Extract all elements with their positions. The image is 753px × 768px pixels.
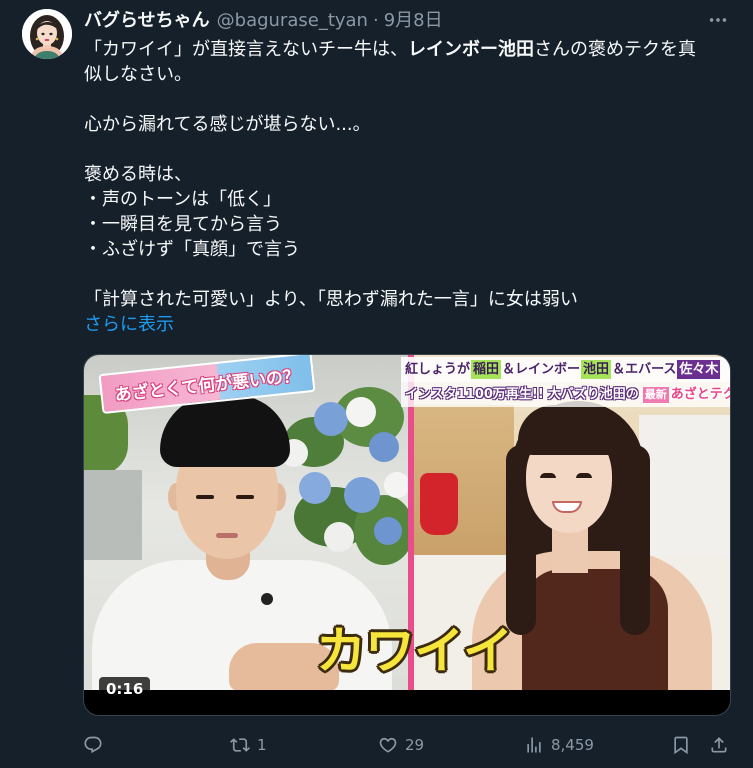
retweet-icon xyxy=(230,738,250,752)
video-duration-badge: 0:16 xyxy=(99,677,151,701)
text-line: ・一瞬目を見てから言う xyxy=(84,214,282,235)
show-more-link[interactable]: さらに表示 xyxy=(84,314,174,335)
caption-segment: 大バズり池田の xyxy=(547,387,639,402)
caption-highlight: 佐々木 xyxy=(677,360,721,379)
retweet-count: 1 xyxy=(257,736,267,754)
share-icon xyxy=(711,737,727,753)
man-eye xyxy=(196,495,214,499)
caption-line: 紅しょうが 稲田 ＆レインボー 池田 ＆エバース 佐々木 xyxy=(401,357,730,382)
text-line: 心から漏れてる感じが堪らない...。 xyxy=(84,114,371,135)
woman-bangs xyxy=(518,405,626,455)
caption-band: 紅しょうが 稲田 ＆レインボー 池田 ＆エバース 佐々木 インスタ1100万再生… xyxy=(401,357,730,407)
text-segment-bold: レインボー池田 xyxy=(408,39,534,60)
like-count: 29 xyxy=(405,736,425,754)
tweet-text: 「カワイイ」が直接言えないチー牛は、レインボー池田さんの褒めテクを真 似しなさい… xyxy=(84,37,744,337)
blue-flower xyxy=(299,472,331,504)
text-segment: さんの褒めテクを真 xyxy=(534,39,696,60)
like-button[interactable]: 29 xyxy=(378,735,424,755)
more-options-button[interactable] xyxy=(707,9,729,31)
caption-segment: ＆レインボー xyxy=(502,362,581,377)
avatar[interactable] xyxy=(22,9,72,59)
gray-box xyxy=(84,470,142,560)
blue-flower xyxy=(344,477,380,513)
caption-highlight: 池田 xyxy=(581,360,612,379)
text-line: ・声のトーンは「低く」 xyxy=(84,189,282,210)
blue-flower xyxy=(314,402,348,436)
woman-eye xyxy=(576,473,592,478)
more-horizontal-icon xyxy=(709,18,727,22)
man-mouth xyxy=(216,533,238,538)
reply-icon xyxy=(84,736,102,754)
views-icon xyxy=(527,737,541,753)
avatar-illustration-icon xyxy=(22,9,72,59)
flower-bouquet xyxy=(274,377,408,567)
text-line: 「計算された可愛い」より、「思わず漏れた一言」に女は弱い xyxy=(84,289,578,310)
man-eye xyxy=(236,495,254,499)
views-button[interactable]: 8,459 xyxy=(524,735,594,755)
tweet-header: バグらせちゃん @bagurase_tyan · 9月8日 xyxy=(84,8,443,34)
bookmark-icon xyxy=(674,736,688,755)
text-segment: 「カワイイ」が直接言えないチー牛は、 xyxy=(84,39,408,60)
white-flower xyxy=(324,522,354,552)
text-line: 「カワイイ」が直接言えないチー牛は、レインボー池田さんの褒めテクを真 xyxy=(84,37,744,62)
caption-segment: あざとテク xyxy=(670,387,730,402)
caption-line: インスタ1100万再生!! 大バズり池田の 最新 あざとテク xyxy=(401,382,730,407)
man-hair-fringe xyxy=(170,425,254,467)
woman-eye xyxy=(540,473,556,478)
white-flower xyxy=(384,472,408,498)
reply-button[interactable] xyxy=(83,735,103,755)
heart-icon xyxy=(379,737,397,753)
caption-segment: ＆エバース xyxy=(612,362,677,377)
handle[interactable]: @bagurase_tyan xyxy=(217,8,368,34)
views-count: 8,459 xyxy=(551,736,594,754)
video-subtitle: カワイイ xyxy=(316,622,513,680)
pin-microphone xyxy=(261,593,273,605)
red-cup xyxy=(420,473,458,535)
text-line: 似しなさい。 xyxy=(84,64,192,85)
tweet-date[interactable]: 9月8日 xyxy=(384,8,443,34)
caption-highlight: 稲田 xyxy=(471,360,502,379)
retweet-button[interactable]: 1 xyxy=(230,735,267,755)
blue-flower xyxy=(374,517,402,545)
separator-dot: · xyxy=(372,10,379,31)
blue-flower xyxy=(369,432,399,462)
caption-segment: インスタ1100万再生!! xyxy=(405,387,544,402)
caption-highlight: 最新 xyxy=(642,386,669,403)
text-line: ・ふざけず「真顔」で言う xyxy=(84,239,300,260)
caption-segment: 紅しょうが xyxy=(405,362,471,377)
white-flower xyxy=(346,397,376,427)
bookmark-button[interactable] xyxy=(671,735,691,755)
display-name[interactable]: バグらせちゃん xyxy=(84,8,210,34)
share-button[interactable] xyxy=(709,735,729,755)
text-line: 褒める時は、 xyxy=(84,164,192,185)
woman-hair-side xyxy=(620,445,650,635)
video-frame: あざとくて何が悪いの？ 紅しょうが 稲田 ＆レインボー 池田 ＆エバース 佐々木… xyxy=(84,355,730,690)
video-player[interactable]: あざとくて何が悪いの？ 紅しょうが 稲田 ＆レインボー 池田 ＆エバース 佐々木… xyxy=(83,354,731,716)
